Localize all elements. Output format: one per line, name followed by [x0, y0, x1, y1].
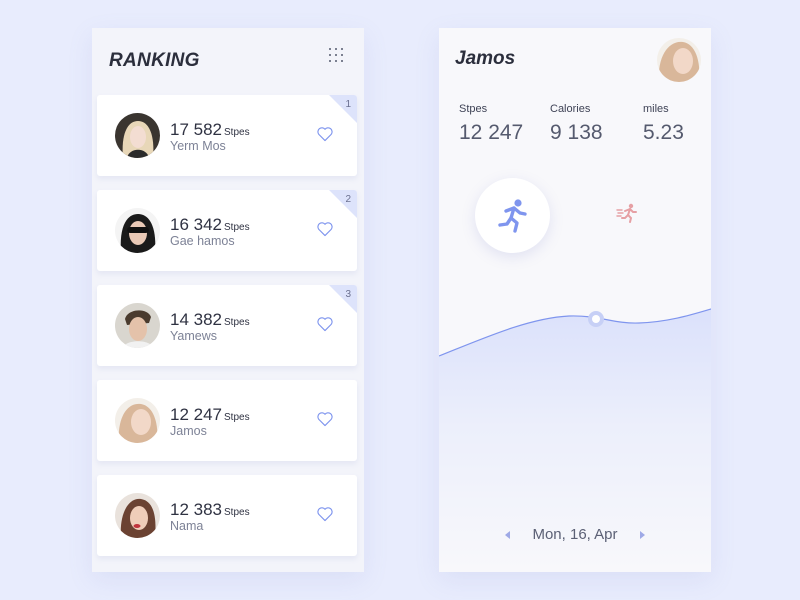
- steps-count: 17 582 Stpes: [170, 120, 250, 139]
- avatar[interactable]: [115, 113, 160, 158]
- stat-calories: Calories 9 138: [550, 103, 603, 145]
- grid-dots-icon[interactable]: [329, 48, 345, 64]
- ranking-list: 1 17 582 Stpes Yerm Mos 2 16 342 Stpes G…: [97, 95, 357, 570]
- user-name: Yerm Mos: [170, 139, 226, 153]
- rank-number: 1: [345, 99, 351, 110]
- ranking-card[interactable]: 2 16 342 Stpes Gae hamos: [97, 190, 357, 271]
- ranking-panel: RANKING 1 17 582 Stpes Yerm Mos 2 16 342…: [92, 28, 364, 572]
- next-date-arrow-icon[interactable]: [639, 531, 645, 540]
- profile-name: Jamos: [455, 48, 516, 69]
- ranking-card[interactable]: 12 247 Stpes Jamos: [97, 380, 357, 461]
- ranking-card[interactable]: 3 14 382 Stpes Yamews: [97, 285, 357, 366]
- running-icon: [497, 198, 527, 233]
- run-mode-button[interactable]: [475, 178, 550, 253]
- heart-icon[interactable]: [316, 221, 334, 237]
- stat-label: Stpes: [459, 103, 488, 115]
- avatar[interactable]: [115, 398, 160, 443]
- steps-unit: Stpes: [224, 222, 250, 233]
- sprint-icon[interactable]: [616, 202, 638, 224]
- heart-icon[interactable]: [316, 506, 334, 522]
- ranking-card[interactable]: 12 383 Stpes Nama: [97, 475, 357, 556]
- rank-number: 3: [345, 289, 351, 300]
- date-navigator: Mon, 16, Apr: [439, 526, 711, 543]
- heart-icon[interactable]: [316, 316, 334, 332]
- steps-unit: Stpes: [224, 317, 250, 328]
- steps-count: 12 383 Stpes: [170, 500, 250, 519]
- user-name: Jamos: [170, 424, 207, 438]
- steps-unit: Stpes: [224, 127, 250, 138]
- current-date: Mon, 16, Apr: [532, 526, 618, 543]
- rank-corner: [329, 95, 357, 123]
- steps-count: 16 342 Stpes: [170, 215, 250, 234]
- stat-steps: Stpes 12 247: [459, 103, 523, 145]
- avatar[interactable]: [115, 208, 160, 253]
- ranking-title: RANKING: [109, 50, 200, 71]
- steps-count: 12 247 Stpes: [170, 405, 250, 424]
- rank-corner: [329, 190, 357, 218]
- user-name: Yamews: [170, 329, 218, 343]
- heart-icon[interactable]: [316, 126, 334, 142]
- steps-unit: Stpes: [224, 507, 250, 518]
- stat-label: miles: [643, 103, 669, 115]
- rank-number: 2: [345, 194, 351, 205]
- ranking-card[interactable]: 1 17 582 Stpes Yerm Mos: [97, 95, 357, 176]
- avatar[interactable]: [115, 303, 160, 348]
- avatar[interactable]: [115, 493, 160, 538]
- stat-value: 5.23: [643, 121, 684, 144]
- profile-panel: Jamos Stpes 12 247 Calories 9 138 miles …: [439, 28, 711, 572]
- stat-miles: miles 5.23: [643, 103, 684, 145]
- stat-label: Calories: [550, 103, 591, 115]
- user-name: Nama: [170, 519, 204, 533]
- user-name: Gae hamos: [170, 234, 235, 248]
- heart-icon[interactable]: [316, 411, 334, 427]
- stat-value: 9 138: [550, 121, 603, 144]
- rank-corner: [329, 285, 357, 313]
- steps-unit: Stpes: [224, 412, 250, 423]
- stat-value: 12 247: [459, 121, 524, 144]
- steps-count: 14 382 Stpes: [170, 310, 250, 329]
- profile-avatar[interactable]: [657, 38, 701, 82]
- prev-date-arrow-icon[interactable]: [505, 531, 511, 540]
